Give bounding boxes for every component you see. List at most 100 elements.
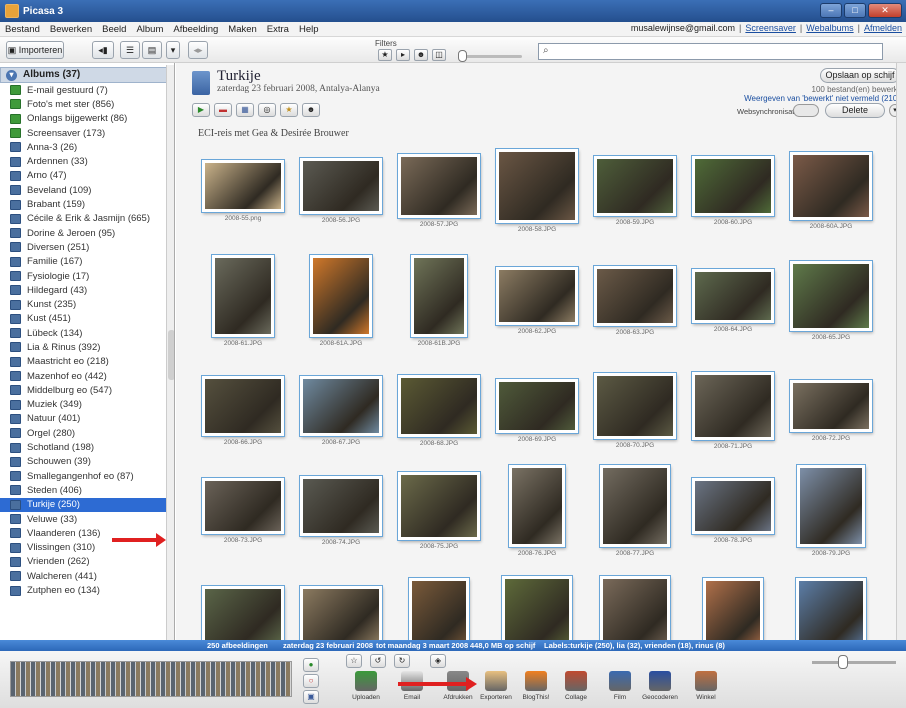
album-item[interactable]: Anna-3 (26) xyxy=(0,140,166,154)
hold-icon[interactable]: ● xyxy=(303,658,319,672)
photo-thumbnail[interactable] xyxy=(684,578,782,640)
album-item[interactable]: Beveland (109) xyxy=(0,183,166,197)
date-filter-knob[interactable] xyxy=(458,50,467,62)
film-action[interactable]: Film xyxy=(600,671,640,701)
collage-action[interactable]: Collage xyxy=(556,671,596,701)
list-view-button[interactable]: ☰ xyxy=(120,41,140,59)
album-item[interactable]: Veluwe (33) xyxy=(0,512,166,526)
album-item[interactable]: Turkije (250) xyxy=(0,497,166,512)
date-filter-slider[interactable] xyxy=(462,55,522,58)
rotate-right-icon[interactable]: ↻ xyxy=(394,654,410,668)
photo-thumbnail[interactable]: 2008-61B.JPG xyxy=(390,255,488,355)
search-input[interactable]: ⌕ xyxy=(538,43,883,60)
rotate-left-icon[interactable]: ↺ xyxy=(370,654,386,668)
sidebar-scrollbar[interactable] xyxy=(166,65,174,640)
people-filter-icon[interactable]: ☻ xyxy=(414,49,428,61)
album-item[interactable]: Vlissingen (310) xyxy=(0,541,166,555)
minimize-button[interactable]: – xyxy=(820,3,842,18)
photo-thumbnail[interactable]: 2008-67.JPG xyxy=(292,376,390,476)
star-filter-icon[interactable]: ★ xyxy=(378,49,392,61)
menu-bestand[interactable]: Bestand xyxy=(0,24,45,35)
album-item[interactable]: Muziek (349) xyxy=(0,398,166,412)
photo-thumbnail[interactable]: 2008-61A.JPG xyxy=(292,255,390,355)
scrollbar-thumb[interactable] xyxy=(168,330,174,380)
albums-header[interactable]: ▾ Albums (37) xyxy=(0,67,174,83)
album-item[interactable]: Natuur (401) xyxy=(0,412,166,426)
back-button[interactable]: ◂▸ xyxy=(188,41,208,59)
album-item[interactable]: Steden (406) xyxy=(0,483,166,497)
photo-thumbnail[interactable]: 2008-70.JPG xyxy=(586,373,684,473)
photo-thumbnail[interactable] xyxy=(292,586,390,640)
photo-thumbnail[interactable] xyxy=(586,576,684,640)
album-item[interactable]: Lia & Rinus (392) xyxy=(0,340,166,354)
star-tray-icon[interactable]: ☆ xyxy=(346,654,362,668)
photo-thumbnail[interactable] xyxy=(390,578,488,640)
photo-thumbnail[interactable]: 2008-75.JPG xyxy=(390,472,488,572)
geocoderen-action[interactable]: Geocoderen xyxy=(640,671,680,701)
web-sync-toggle[interactable] xyxy=(793,104,819,117)
album-item[interactable]: Schouwen (39) xyxy=(0,455,166,469)
movie-icon[interactable]: ▦ xyxy=(236,103,254,117)
menu-maken[interactable]: Maken xyxy=(223,24,262,35)
photo-thumbnail[interactable]: 2008-74.JPG xyxy=(292,476,390,576)
album-item[interactable]: Maastricht eo (218) xyxy=(0,355,166,369)
menu-extra[interactable]: Extra xyxy=(262,24,294,35)
album-item[interactable]: Arno (47) xyxy=(0,169,166,183)
email-action[interactable]: Email xyxy=(392,671,432,701)
photo-thumbnail[interactable]: 2008-66.JPG xyxy=(194,376,292,476)
maximize-button[interactable]: □ xyxy=(844,3,866,18)
delete-button[interactable]: Delete xyxy=(825,103,885,118)
photo-thumbnail[interactable]: 2008-58.JPG xyxy=(488,149,586,249)
photo-thumbnail[interactable]: 2008-62.JPG xyxy=(488,267,586,367)
show-edited-link[interactable]: Weergeven van 'bewerkt' niet vermeld (21… xyxy=(744,94,900,103)
photo-thumbnail[interactable]: 2008-63.JPG xyxy=(586,266,684,366)
photo-thumbnail[interactable]: 2008-79.JPG xyxy=(782,465,880,565)
tag-icon[interactable]: ◈ xyxy=(430,654,446,668)
album-item[interactable]: Vrienden (262) xyxy=(0,555,166,569)
album-item[interactable]: E-mail gestuurd (7) xyxy=(0,83,166,97)
video-filter-icon[interactable]: ▸ xyxy=(396,49,410,61)
thumbnail-size-knob[interactable] xyxy=(838,655,848,669)
album-item[interactable]: Walcheren (441) xyxy=(0,569,166,583)
album-item[interactable]: Mazenhof eo (442) xyxy=(0,369,166,383)
album-item[interactable]: Onlangs bijgewerkt (86) xyxy=(0,112,166,126)
collapse-icon[interactable]: ▾ xyxy=(6,70,17,81)
photo-thumbnail[interactable]: 2008-65.JPG xyxy=(782,261,880,361)
geotag-filter-icon[interactable]: ◫ xyxy=(432,49,446,61)
album-item[interactable]: Foto's met ster (856) xyxy=(0,97,166,111)
photo-thumbnail[interactable]: 2008-77.JPG xyxy=(586,465,684,565)
photo-thumbnail[interactable]: 2008-78.JPG xyxy=(684,478,782,578)
exporteren-action[interactable]: Exporteren xyxy=(476,671,516,701)
uploaden-action[interactable]: Uploaden xyxy=(346,671,386,701)
screensaver-link[interactable]: Screensaver xyxy=(745,23,796,33)
photo-thumbnail[interactable]: 2008-68.JPG xyxy=(390,375,488,475)
webalbums-link[interactable]: Webalbums xyxy=(806,23,853,33)
photo-thumbnail[interactable]: 2008-73.JPG xyxy=(194,478,292,578)
album-item[interactable]: Orgel (280) xyxy=(0,426,166,440)
album-item[interactable]: Ardennen (33) xyxy=(0,154,166,168)
selection-tray-thumbnails[interactable] xyxy=(10,661,292,697)
photo-thumbnail[interactable]: 2008-71.JPG xyxy=(684,372,782,472)
people-icon[interactable]: ☻ xyxy=(302,103,320,117)
photo-thumbnail[interactable]: 2008-57.JPG xyxy=(390,154,488,254)
album-item[interactable]: Fysiologie (17) xyxy=(0,269,166,283)
album-item[interactable]: Dorine & Jeroen (95) xyxy=(0,226,166,240)
sidebar-toggle-button[interactable]: ◂▮ xyxy=(92,41,114,59)
import-button[interactable]: ▣ Importeren xyxy=(6,41,64,59)
photo-thumbnail[interactable]: 2008-56.JPG xyxy=(292,158,390,258)
photo-thumbnail[interactable]: 2008-59.JPG xyxy=(586,156,684,256)
album-item[interactable]: Zutphen eo (134) xyxy=(0,583,166,597)
thumbnail-size-slider[interactable] xyxy=(812,661,896,664)
detail-view-button[interactable]: ▤ xyxy=(142,41,162,59)
menu-afbeelding[interactable]: Afbeelding xyxy=(168,24,223,35)
photo-thumbnail[interactable] xyxy=(782,578,880,640)
menu-help[interactable]: Help xyxy=(294,24,324,35)
collage-icon[interactable]: ◎ xyxy=(258,103,276,117)
close-button[interactable]: ✕ xyxy=(868,3,902,18)
photo-thumbnail[interactable]: 2008-60.JPG xyxy=(684,156,782,256)
photo-thumbnail[interactable]: 2008-55.png xyxy=(194,160,292,260)
photo-thumbnail[interactable]: 2008-76.JPG xyxy=(488,465,586,565)
album-item[interactable]: Cécile & Erik & Jasmijn (665) xyxy=(0,212,166,226)
photo-thumbnail[interactable]: 2008-60A.JPG xyxy=(782,152,880,252)
share-icon[interactable]: ▬ xyxy=(214,103,232,117)
